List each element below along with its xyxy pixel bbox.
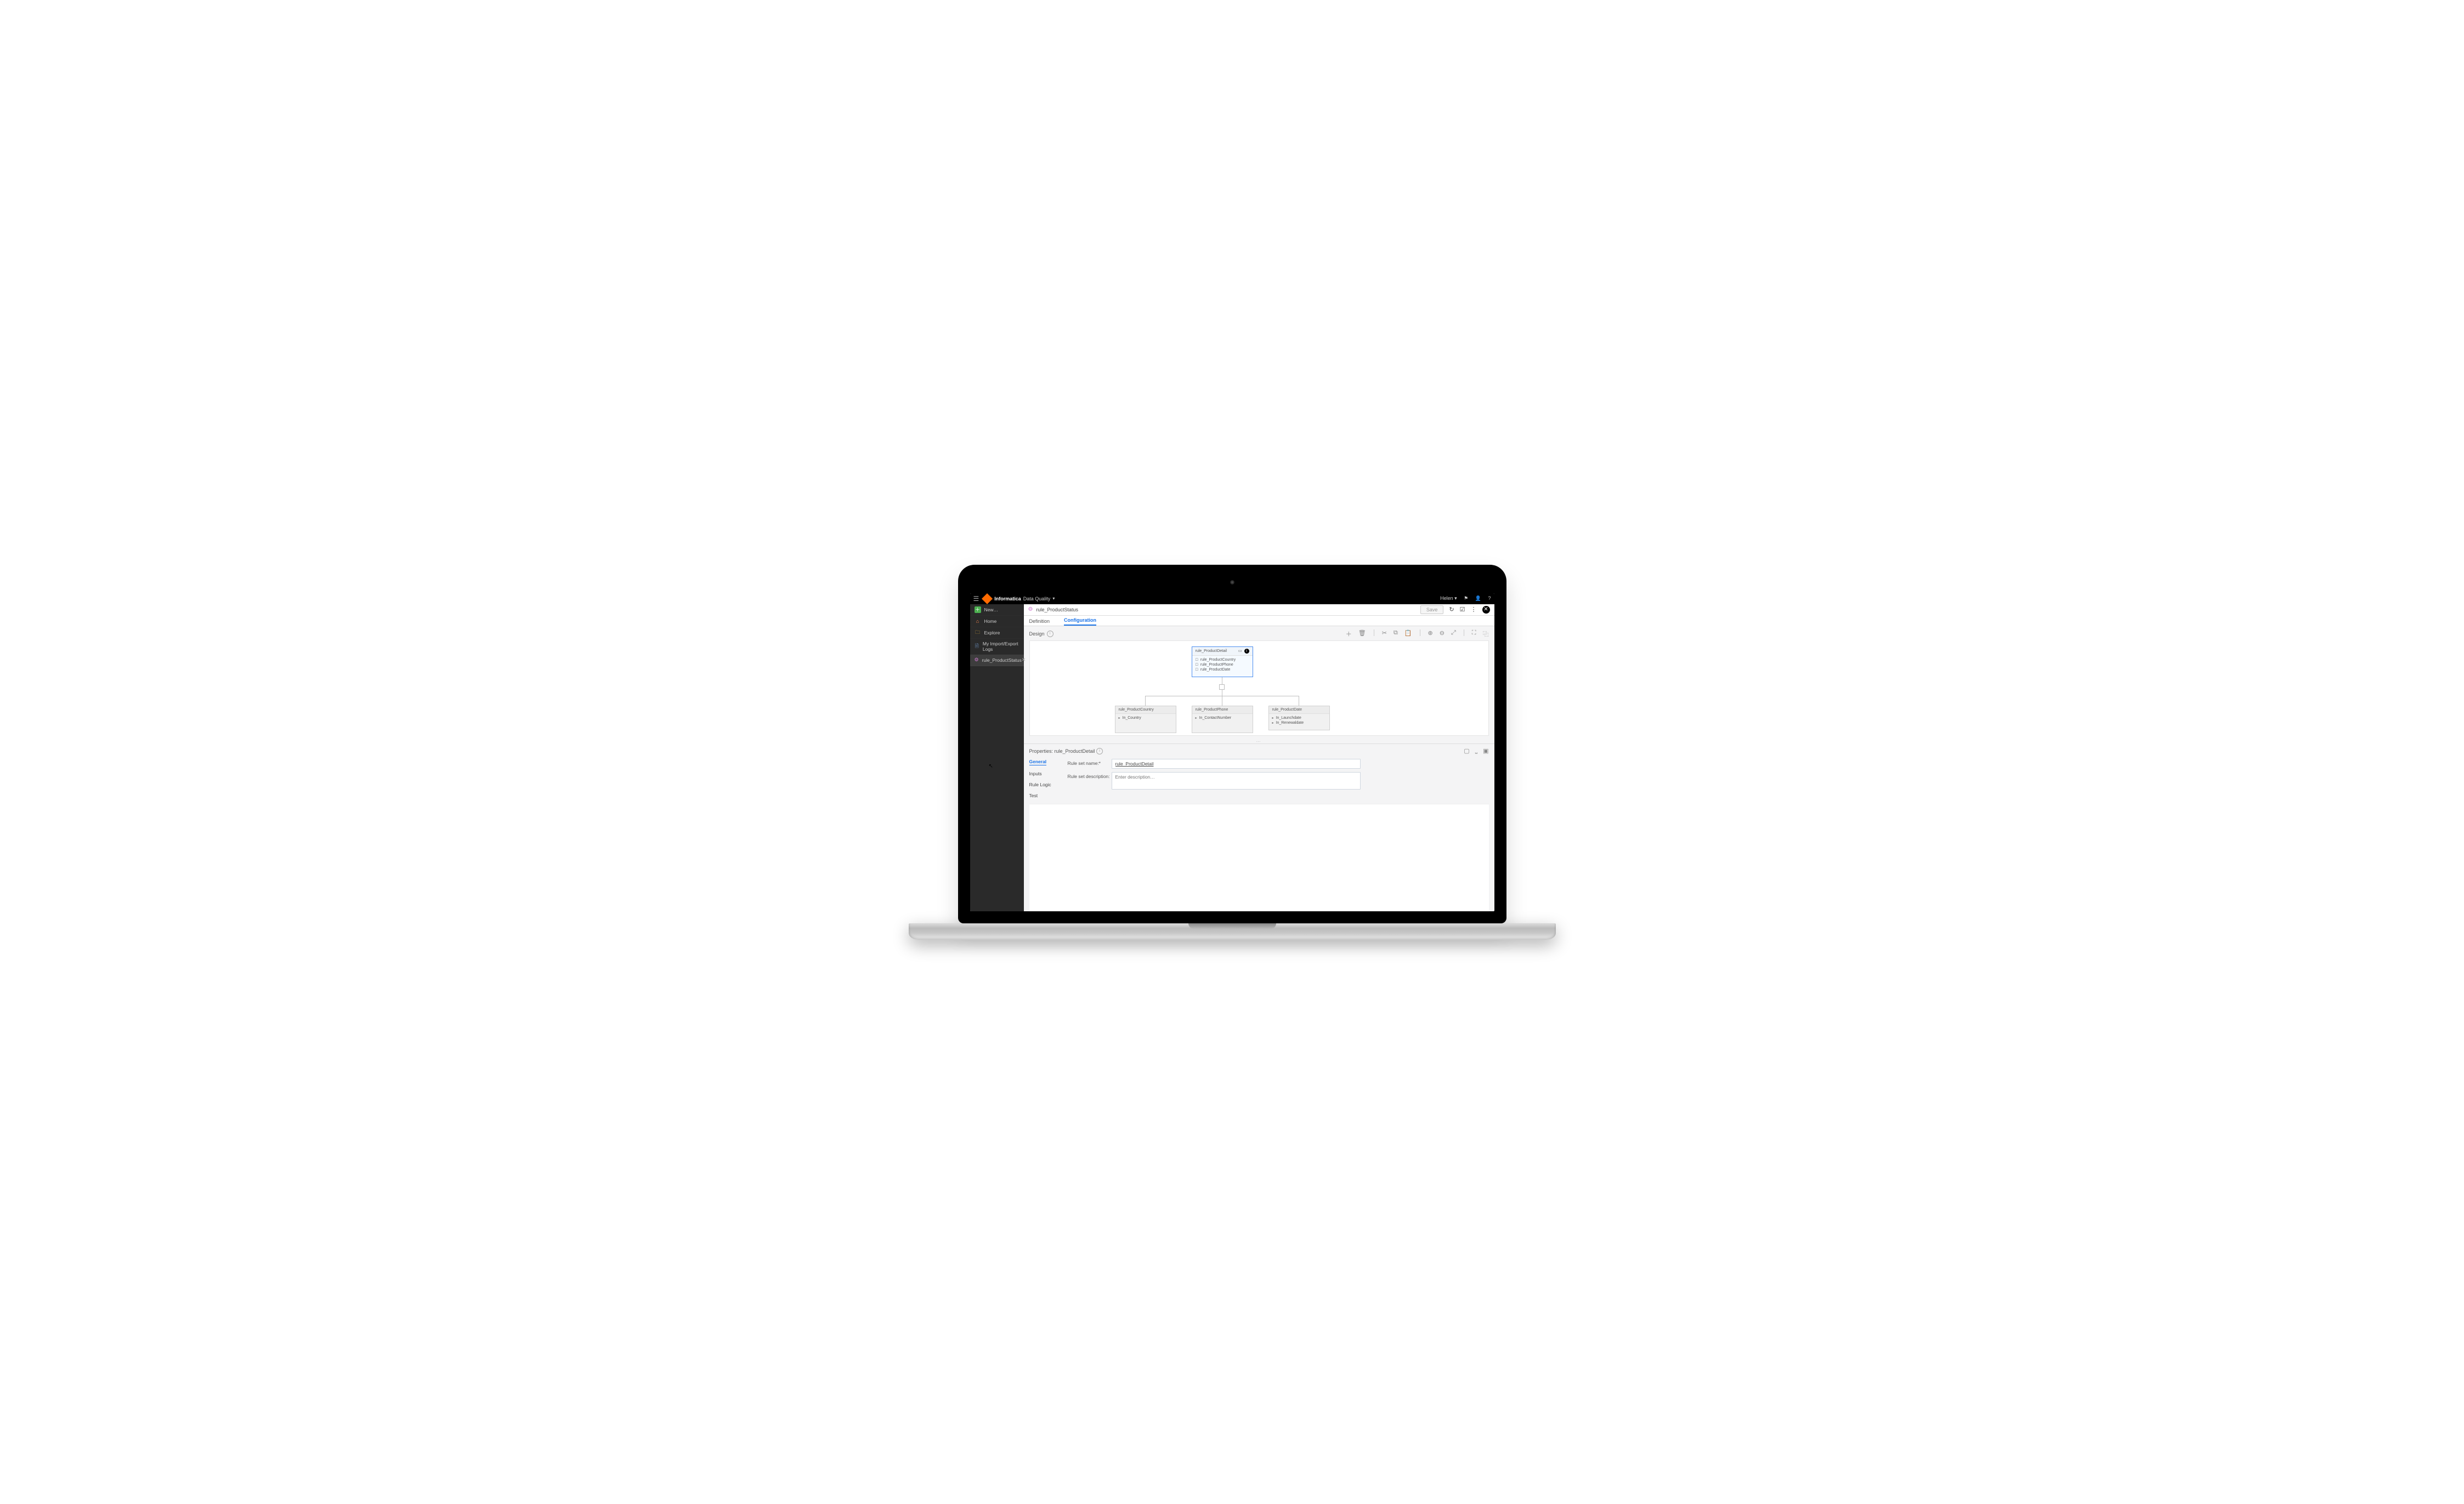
- blank-area: [1029, 804, 1489, 911]
- sidebar-item-label: My Import/Export Logs: [983, 641, 1019, 652]
- sidebar: ＋ New… ⌂ Home 🗀 Explore 🗎: [970, 604, 1024, 911]
- rule-desc-label: Rule set description:: [1068, 772, 1112, 779]
- node-title: rule_ProductDate: [1272, 708, 1326, 712]
- app-header: ☰ Informatica Data Quality ▾ Helen ▾ ⚑ 👤…: [970, 593, 1494, 604]
- document-icon: 🗎: [975, 643, 979, 650]
- sidebar-item-home[interactable]: ⌂ Home: [970, 616, 1024, 627]
- collapse-icon[interactable]: ⿻: [1483, 629, 1489, 638]
- laptop-base: [909, 923, 1556, 940]
- node-rule-productcountry[interactable]: rule_ProductCountry In_Country: [1115, 706, 1176, 733]
- rule-icon: ⚙: [1028, 606, 1033, 612]
- prop-nav-general[interactable]: General: [1029, 759, 1047, 765]
- node-row[interactable]: rule_ProductCountry: [1196, 657, 1249, 662]
- panel-restore-icon[interactable]: ▢: [1464, 747, 1469, 754]
- help-icon[interactable]: ?: [1488, 595, 1491, 601]
- page-title: rule_ProductStatus: [1036, 607, 1078, 612]
- cursor-icon: ↖: [989, 763, 993, 769]
- node-info-icon[interactable]: i: [1244, 649, 1249, 654]
- flag-icon[interactable]: ⚑: [1464, 595, 1468, 601]
- node-row[interactable]: In_Country: [1119, 716, 1172, 720]
- product-chevron-icon[interactable]: ▾: [1052, 596, 1055, 601]
- rule-icon: ⚙: [975, 657, 979, 663]
- sidebar-item-label: New…: [984, 607, 999, 612]
- add-icon[interactable]: ＋: [1346, 629, 1352, 638]
- close-tab-icon[interactable]: ✕: [1022, 657, 1026, 663]
- close-page-icon[interactable]: ✕: [1482, 606, 1490, 614]
- camera-icon: [1230, 580, 1234, 584]
- plus-icon: ＋: [975, 606, 981, 613]
- home-icon: ⌂: [975, 618, 981, 625]
- rule-desc-input[interactable]: [1112, 772, 1361, 790]
- sidebar-item-rule-productstatus[interactable]: ⚙ rule_ProductStatus ✕: [970, 655, 1024, 666]
- history-icon[interactable]: ↻: [1449, 606, 1454, 613]
- node-row[interactable]: In_Renewaldate: [1272, 720, 1326, 725]
- sidebar-item-label: rule_ProductStatus: [982, 657, 1022, 663]
- brand-name: Informatica: [994, 596, 1021, 601]
- properties-nav: General Inputs Rule Logic Test: [1029, 759, 1068, 798]
- sidebar-item-explore[interactable]: 🗀 Explore: [970, 627, 1024, 639]
- node-title: rule_ProductPhone: [1196, 708, 1249, 712]
- sidebar-item-label: Explore: [984, 630, 1000, 635]
- tab-definition[interactable]: Definition: [1029, 618, 1050, 626]
- node-rule-productdate[interactable]: rule_ProductDate In_Launchdate In_Renewa…: [1268, 706, 1330, 730]
- node-row[interactable]: In_Launchdate: [1272, 716, 1326, 720]
- copy-icon[interactable]: ⧉: [1394, 629, 1398, 638]
- info-icon[interactable]: i: [1096, 748, 1103, 754]
- more-icon[interactable]: ⋮: [1471, 606, 1477, 613]
- node-rule-productdetail[interactable]: rule_ProductDetail ▭ i rule_ProductCount…: [1192, 646, 1253, 677]
- rule-name-input[interactable]: [1112, 759, 1361, 769]
- panel-maximize-icon[interactable]: ▣: [1483, 747, 1488, 754]
- hamburger-icon[interactable]: ☰: [973, 595, 979, 603]
- design-label: Design: [1029, 631, 1045, 637]
- brand-logo-icon: [982, 593, 993, 604]
- user-menu[interactable]: Helen ▾: [1440, 595, 1457, 601]
- node-row[interactable]: rule_ProductDate: [1196, 667, 1249, 672]
- prop-nav-rule-logic[interactable]: Rule Logic: [1029, 782, 1068, 787]
- page-tabs: Definition Configuration: [1024, 616, 1494, 626]
- design-toolbar: Design i ＋ 🗑 ✂ ⧉ 📋: [1029, 629, 1489, 640]
- save-button[interactable]: Save: [1420, 605, 1444, 614]
- node-rule-productphone[interactable]: rule_ProductPhone In_ContactNumber: [1192, 706, 1253, 733]
- zoom-in-icon[interactable]: ⊕: [1428, 629, 1433, 638]
- folder-icon: 🗀: [975, 629, 981, 636]
- fit-icon[interactable]: ⤢: [1451, 629, 1456, 638]
- tab-configuration[interactable]: Configuration: [1064, 617, 1096, 626]
- product-name: Data Quality: [1023, 596, 1051, 601]
- validate-icon[interactable]: ☑: [1460, 606, 1465, 613]
- node-title: rule_ProductCountry: [1119, 708, 1172, 712]
- user-icon[interactable]: 👤: [1475, 595, 1481, 601]
- properties-title: Properties: rule_ProductDetail: [1029, 748, 1095, 754]
- node-row[interactable]: In_ContactNumber: [1196, 716, 1249, 720]
- delete-icon[interactable]: 🗑: [1358, 629, 1366, 638]
- connector: [1145, 696, 1146, 706]
- properties-panel: Properties: rule_ProductDetail i ▢ ⎵ ▣: [1024, 744, 1494, 802]
- panel-minimize-icon[interactable]: ⎵: [1475, 747, 1477, 754]
- zoom-out-icon[interactable]: ⊖: [1440, 629, 1445, 638]
- rule-name-label: Rule set name:*: [1068, 759, 1112, 766]
- laptop-frame: ☰ Informatica Data Quality ▾ Helen ▾ ⚑ 👤…: [958, 565, 1506, 940]
- design-canvas[interactable]: rule_ProductDetail ▭ i rule_ProductCount…: [1029, 640, 1489, 736]
- info-icon[interactable]: i: [1047, 631, 1053, 637]
- node-collapse-icon[interactable]: ▭: [1238, 649, 1242, 653]
- panel-resize-handle[interactable]: ⋯: [1024, 739, 1494, 744]
- page-header: ⚙ rule_ProductStatus Save ↻ ☑ ⋮ ✕: [1024, 604, 1494, 616]
- cut-icon[interactable]: ✂: [1382, 629, 1387, 638]
- node-row[interactable]: rule_ProductPhone: [1196, 662, 1249, 667]
- main-area: ⚙ rule_ProductStatus Save ↻ ☑ ⋮ ✕ D: [1024, 604, 1494, 911]
- sidebar-item-new[interactable]: ＋ New…: [970, 604, 1024, 616]
- sidebar-item-label: Home: [984, 618, 997, 624]
- node-title: rule_ProductDetail: [1196, 649, 1238, 653]
- prop-nav-test[interactable]: Test: [1029, 793, 1068, 798]
- paste-icon[interactable]: 📋: [1404, 629, 1412, 638]
- prop-nav-inputs[interactable]: Inputs: [1029, 771, 1068, 776]
- sidebar-item-logs[interactable]: 🗎 My Import/Export Logs: [970, 639, 1024, 655]
- expand-icon[interactable]: ⛶: [1472, 629, 1476, 638]
